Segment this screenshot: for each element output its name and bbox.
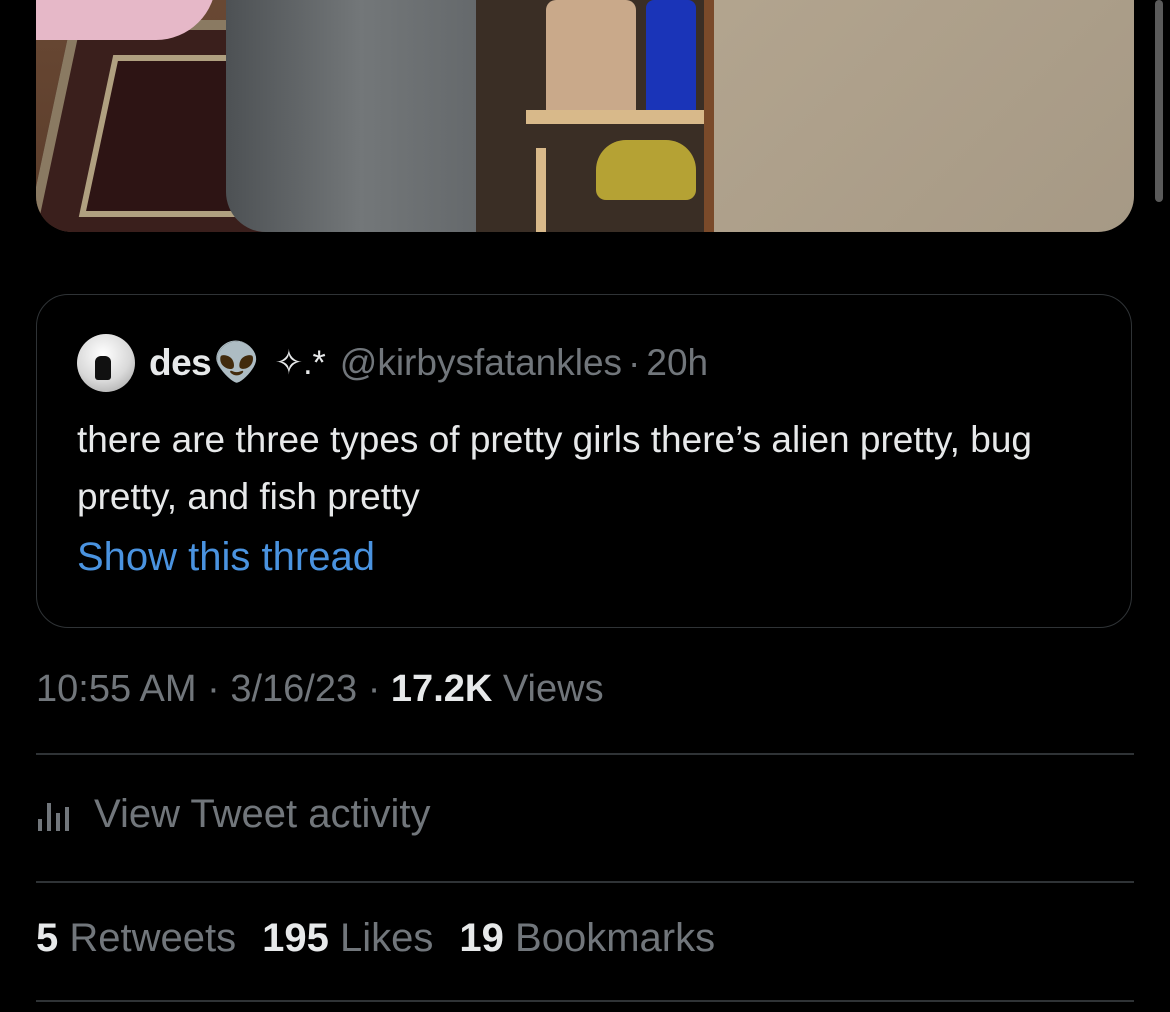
engagement-stats: 5 Retweets 195 Likes 19 Bookmarks — [36, 916, 715, 961]
photo-beige-boots — [546, 0, 636, 120]
quoted-tweet-card[interactable]: des 👽 ✧.* @kirbysfatankles · 20h there a… — [36, 294, 1132, 628]
meta-separator: · — [207, 668, 220, 710]
tweet-media-photo[interactable] — [36, 0, 1134, 232]
tweet-meta: 10:55 AM · 3/16/23 · 17.2K Views — [36, 668, 604, 711]
activity-label: View Tweet activity — [94, 791, 431, 836]
photo-blue-boots — [646, 0, 696, 120]
photo-clogs — [596, 140, 696, 200]
tweet-time: 10:55 AM — [36, 668, 197, 710]
meta-separator: · — [367, 668, 381, 710]
photo-shelf-leg — [536, 148, 546, 232]
photo-wall — [714, 0, 1134, 232]
quoted-tweet-header: des 👽 ✧.* @kirbysfatankles · 20h — [77, 334, 709, 392]
retweets-label: Retweets — [69, 916, 237, 960]
retweets-stat[interactable]: 5 Retweets — [36, 916, 236, 961]
alien-emoji-icon: 👽 — [213, 342, 261, 384]
name-decoration: ✧.* — [274, 344, 326, 382]
retweets-count: 5 — [36, 916, 59, 960]
views-count: 17.2K — [390, 668, 493, 710]
scrollbar[interactable] — [1155, 0, 1163, 202]
photo-door-frame — [704, 0, 714, 232]
show-thread-link[interactable]: Show this thread — [77, 535, 375, 580]
header-separator: · — [628, 342, 641, 383]
divider — [36, 753, 1134, 755]
likes-label: Likes — [340, 916, 434, 960]
tweet-date: 3/16/23 — [230, 668, 358, 710]
bookmarks-label: Bookmarks — [515, 916, 716, 960]
quoted-timestamp: 20h — [646, 342, 709, 383]
quoted-tweet-text: there are three types of pretty girls th… — [77, 419, 1032, 517]
quoted-handle[interactable]: @kirbysfatankles — [340, 342, 622, 384]
analytics-icon — [38, 803, 69, 831]
avatar-figure — [95, 356, 111, 380]
bookmarks-stat[interactable]: 19 Bookmarks — [459, 916, 715, 961]
divider — [36, 881, 1134, 883]
views-label: Views — [502, 668, 604, 710]
likes-count: 195 — [262, 916, 329, 960]
divider — [36, 1000, 1134, 1002]
likes-stat[interactable]: 195 Likes — [262, 916, 433, 961]
quoted-display-name[interactable]: des — [149, 342, 212, 384]
bookmarks-count: 19 — [459, 916, 504, 960]
view-tweet-activity-button[interactable]: View Tweet activity — [36, 786, 430, 842]
avatar[interactable] — [77, 334, 135, 392]
photo-shelf — [526, 110, 706, 124]
